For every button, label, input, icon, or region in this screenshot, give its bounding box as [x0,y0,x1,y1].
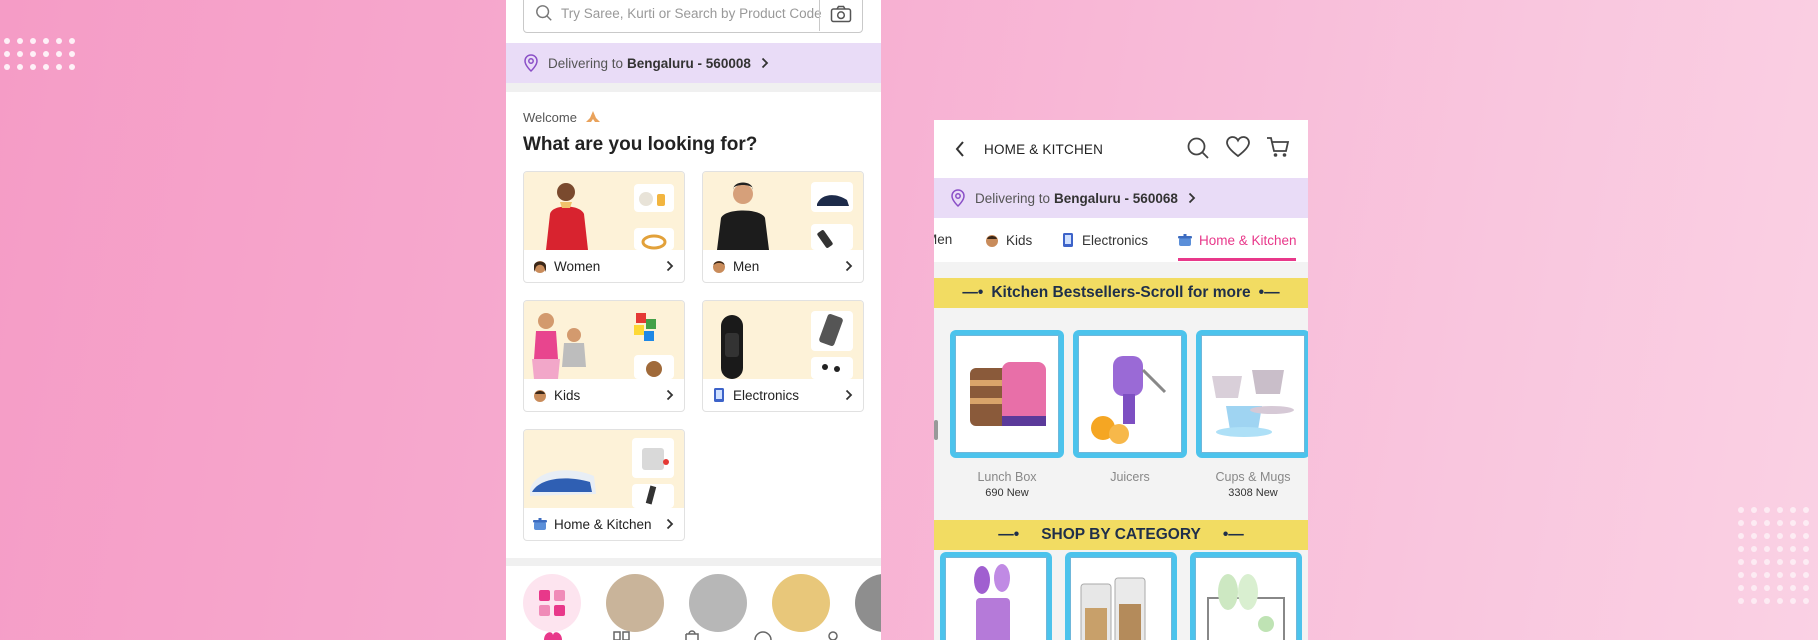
tab-men[interactable]: Men [934,232,952,247]
folded-hands-icon [585,111,600,122]
wishlist-heart-icon[interactable] [1226,136,1250,158]
story-avatar[interactable] [606,574,664,632]
product-card-juicers[interactable]: Juicers [1073,330,1187,487]
category-label-women: Women [554,258,601,274]
back-arrow-icon[interactable] [954,140,966,158]
category-label-home-kitchen: Home & Kitchen [554,516,652,532]
category-card-electronics[interactable]: Electronics [702,300,864,412]
phone-emoji-icon [711,387,727,403]
phone-screen-home: Try Saree, Kurti or Search by Product Co… [506,0,881,640]
play-icon[interactable] [753,630,773,640]
search-bar[interactable]: Try Saree, Kurti or Search by Product Co… [523,0,863,33]
location-pin-icon [951,189,965,207]
active-tab-indicator [1178,258,1296,261]
child-emoji-icon [986,235,998,247]
section-divider [506,83,881,92]
tab-electronics[interactable]: Electronics [1060,232,1148,248]
camera-icon [830,5,852,22]
category-label-electronics: Electronics [733,387,800,403]
home-heart-icon[interactable] [542,630,564,640]
delivery-location: Bengaluru - 560068 [1054,190,1178,206]
cups-mugs-image [1196,330,1308,458]
category-card-home-kitchen[interactable]: Home & Kitchen [523,429,685,541]
category-tile-storage-jars[interactable] [1065,552,1177,640]
shop-by-category-text: SHOP BY CATEGORY [1041,526,1201,543]
child-emoji-icon [532,387,548,403]
pot-emoji-icon [1178,234,1192,246]
delivery-prefix: Delivering to [548,55,624,71]
product-name: Cups & Mugs [1215,470,1291,484]
home-kitchen-category-image [524,430,684,508]
man-emoji-icon [711,258,727,274]
product-card-cups-mugs[interactable]: Cups & Mugs 3308 New [1196,330,1308,499]
chevron-right-icon [761,57,769,69]
search-input[interactable]: Try Saree, Kurti or Search by Product Co… [561,6,822,21]
delivery-location: Bengaluru - 560008 [627,55,751,71]
juicers-image [1073,330,1187,458]
women-category-image [524,172,684,250]
decorative-dots-left [4,38,75,70]
bestsellers-banner-text: Kitchen Bestsellers-Scroll for more [991,284,1251,301]
story-avatar[interactable] [689,574,747,632]
phone-screen-home-kitchen: HOME & KITCHEN Delivering to Bengaluru -… [934,120,1308,640]
product-name: Lunch Box [977,470,1037,484]
kids-category-image [524,301,684,379]
woman-emoji-icon [532,258,548,274]
men-category-image [703,172,863,250]
category-tile-utensils[interactable] [940,552,1052,640]
pot-emoji-icon [532,516,548,532]
product-name: Juicers [1110,470,1150,484]
story-all-categories[interactable] [523,574,581,632]
delivery-location-bar[interactable]: Delivering to Bengaluru - 560068 [934,178,1308,218]
story-avatar[interactable] [772,574,830,632]
page-heading: What are you looking for? [523,134,758,155]
category-card-kids[interactable]: Kids [523,300,685,412]
shop-by-category-banner: —• SHOP BY CATEGORY •— [934,520,1308,550]
location-pin-icon [524,54,538,72]
page-title: HOME & KITCHEN [984,142,1104,157]
bag-icon[interactable] [683,630,701,640]
tab-home-kitchen[interactable]: Home & Kitchen [1177,232,1297,248]
delivery-prefix: Delivering to [975,190,1051,206]
category-label-men: Men [733,258,760,274]
story-avatar[interactable] [855,574,881,632]
bestsellers-banner: —• Kitchen Bestsellers-Scroll for more •… [934,278,1308,308]
chevron-right-icon [666,518,674,530]
category-card-women[interactable]: Women [523,171,685,283]
cart-icon[interactable] [1266,136,1290,158]
bottom-navigation [506,630,881,640]
scroll-indicator [934,420,938,440]
category-tabs: Men Kids Electronics Home & Kitchen [934,218,1308,262]
category-tile-dish-rack[interactable] [1190,552,1302,640]
product-new-count: 3308 New [1228,487,1278,499]
chevron-right-icon [1188,192,1196,204]
profile-icon[interactable] [824,630,842,640]
decorative-dots-right [1738,507,1809,604]
chevron-right-icon [666,389,674,401]
category-label-kids: Kids [554,387,581,403]
camera-search-button[interactable] [819,0,862,31]
app-header: HOME & KITCHEN [934,120,1308,178]
product-card-lunch-box[interactable]: Lunch Box 690 New [950,330,1064,499]
categories-icon[interactable] [613,631,631,640]
category-card-men[interactable]: Men [702,171,864,283]
lunch-box-image [950,330,1064,458]
search-icon[interactable] [1186,136,1210,160]
chevron-right-icon [845,260,853,272]
tab-kids[interactable]: Kids [984,232,1032,248]
product-new-count: 690 New [985,487,1029,499]
grid-icon [539,590,565,616]
chevron-right-icon [666,260,674,272]
welcome-text: Welcome [523,110,602,125]
electronics-category-image [703,301,863,379]
phone-emoji-icon [1063,233,1073,247]
delivery-location-bar[interactable]: Delivering to Bengaluru - 560008 [506,43,881,83]
section-divider [506,558,881,566]
chevron-right-icon [845,389,853,401]
search-icon [536,5,552,21]
